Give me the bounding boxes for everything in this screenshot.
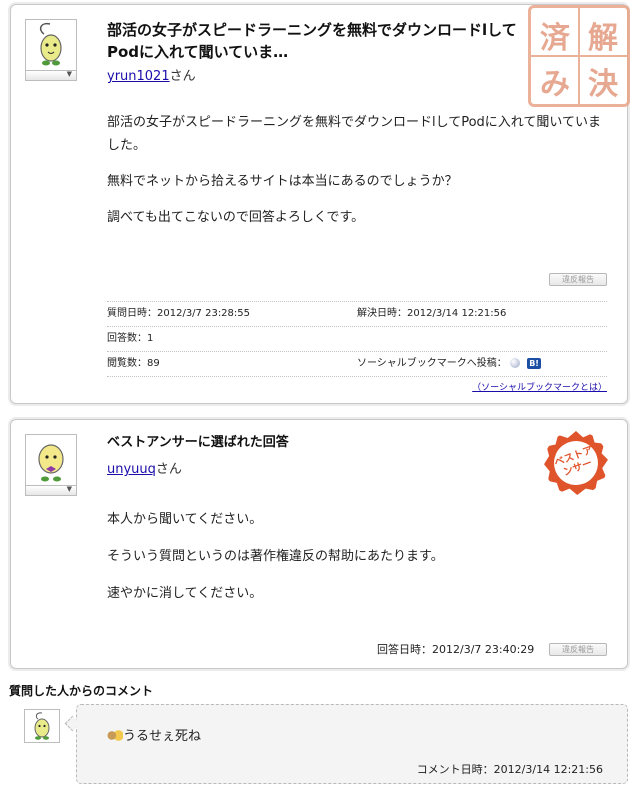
chevron-down-icon: ▼ <box>66 70 72 78</box>
view-count: 閲覧数：89 <box>107 358 160 369</box>
best-answer-heading: ベストアンサーに選ばれた回答 <box>107 435 289 450</box>
resolved-stamp: 済 解 み 決 <box>528 5 630 107</box>
svg-text:決: 決 <box>588 67 619 102</box>
questioner-link[interactable]: yrun1021 <box>107 69 170 84</box>
questioner-avatar-menu[interactable]: ▼ <box>25 70 77 81</box>
questioner-name: yrun1021さん <box>107 65 196 84</box>
question-panel: ▼ 部活の女子がスピードラーニングを無料でダウンロードlしてPodに入れて聞いて… <box>10 4 630 404</box>
answerer-avatar[interactable] <box>25 434 77 486</box>
honorific: さん <box>169 69 196 84</box>
chevron-down-icon: ▼ <box>66 485 72 493</box>
questioner-avatar[interactable] <box>25 19 77 71</box>
question-report-button[interactable]: 違反報告 <box>549 273 607 286</box>
answer-body: 本人から聞いてください。 そういう質問というのは著作権違反の幇助にあたります。 … <box>107 508 607 618</box>
social-bookmark-label: ソーシャルブックマークへ投稿： <box>357 358 507 369</box>
comment-section-title: 質問した人からのコメント <box>9 684 154 698</box>
answer-paragraph: そういう質問というのは著作権違反の幇助にあたります。 <box>107 549 444 564</box>
answer-count: 回答数：1 <box>107 333 154 344</box>
social-bookmark-area: ソーシャルブックマークへ投稿： B! <box>357 352 541 375</box>
rating-icon <box>107 729 123 742</box>
best-answer-seal: ベストアンサー <box>544 431 608 495</box>
resolved-time: 解決日時：2012/3/14 12:21:56 <box>357 308 507 319</box>
commenter-avatar[interactable] <box>24 709 60 743</box>
hatena-bookmark-icon[interactable]: B! <box>527 357 541 369</box>
question-title: 部活の女子がスピードラーニングを無料でダウンロードlしてPodに入れて聞いていま… <box>107 21 517 61</box>
bookmark-icon[interactable] <box>510 358 520 368</box>
answerer-name: unyuuqさん <box>107 458 182 477</box>
comment-content: うるせぇ死ね <box>107 725 201 744</box>
sprout-character-icon <box>34 712 50 740</box>
asked-time: 質問日時：2012/3/7 23:28:55 <box>107 308 251 319</box>
sprout-character-icon <box>39 22 62 66</box>
meta-row-views: 閲覧数：89 ソーシャルブックマークへ投稿： B! <box>107 351 607 375</box>
honorific: さん <box>155 462 182 477</box>
question-paragraph: 無料でネットから拾えるサイトは本当にあるのでしょうか？ <box>107 174 458 189</box>
question-body: 部活の女子がスピードラーニングを無料でダウンロードlしてPodに入れて聞いていま… <box>107 111 607 242</box>
comment-bubble: うるせぇ死ね コメント日時：2012/3/14 12:21:56 <box>76 704 628 784</box>
comment-time: コメント日時：2012/3/14 12:21:56 <box>416 763 603 776</box>
svg-text:解: 解 <box>588 21 618 56</box>
meta-row-dates: 質問日時：2012/3/7 23:28:55 解決日時：2012/3/14 12… <box>107 301 607 325</box>
svg-text:済: 済 <box>540 21 571 56</box>
social-bookmark-help-link[interactable]: （ソーシャルブックマークとは） <box>472 383 607 393</box>
meta-row-answers: 回答数：1 <box>107 326 607 350</box>
answer-paragraph: 速やかに消してください。 <box>107 586 263 601</box>
character-icon <box>38 444 64 482</box>
answer-paragraph: 本人から聞いてください。 <box>107 512 263 527</box>
resolved-stamp-graphic: 済 解 み 決 <box>531 8 627 104</box>
answered-time: 回答日時：2012/3/7 23:40:29 <box>377 643 535 656</box>
answer-report-button[interactable]: 違反報告 <box>549 643 607 656</box>
answerer-link[interactable]: unyuuq <box>107 462 156 477</box>
best-answer-panel: ▼ ベストアンサーに選ばれた回答 unyuuqさん ベストアンサー 本人から聞い… <box>10 419 628 669</box>
comment-text: うるせぇ死ね <box>123 729 202 744</box>
meta-row-social-help: （ソーシャルブックマークとは） <box>107 376 607 399</box>
question-paragraph: 調べても出てこないので回答よろしくです。 <box>107 210 365 225</box>
svg-text:み: み <box>540 67 570 102</box>
answerer-avatar-menu[interactable]: ▼ <box>25 485 77 496</box>
best-answer-seal-text: ベストアンサー <box>547 434 605 492</box>
question-paragraph: 部活の女子がスピードラーニングを無料でダウンロードlしてPodに入れて聞いていま… <box>107 115 602 153</box>
